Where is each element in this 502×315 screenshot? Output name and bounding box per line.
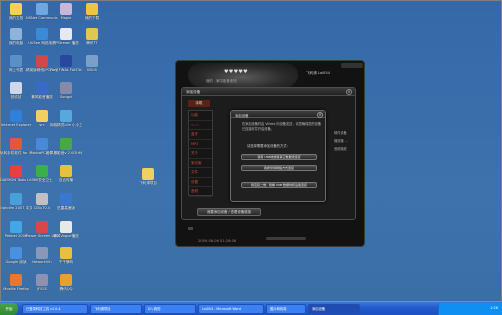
- player-window-buttons[interactable]: [341, 63, 363, 68]
- system-tray: 1:26: [438, 303, 502, 315]
- taskbar: 开始 已登录科技工具 v2.0.4 飞利浦项目 D:\ 我的 Loi054 - …: [0, 301, 502, 315]
- nav-item[interactable]: MP3: [189, 140, 212, 149]
- close-icon[interactable]: ×: [346, 89, 352, 95]
- close-icon[interactable]: ×: [317, 111, 323, 118]
- add-device-title: 添加设备: [186, 90, 201, 94]
- prompt-header: 添加设备 ×: [231, 111, 325, 118]
- nav-item[interactable]: 设置: [189, 178, 212, 187]
- nav-item[interactable]: 文件: [189, 168, 212, 178]
- player-progress-bar[interactable]: [266, 237, 306, 240]
- option-network-button[interactable]: 我希望用网络方式连接: [241, 165, 317, 171]
- player-title: 我的 - 家中影音未知: [206, 79, 237, 83]
- nav-item[interactable]: 关于: [189, 149, 212, 159]
- start-button[interactable]: 开始: [0, 303, 18, 315]
- tab-phone[interactable]: 手机: [188, 100, 210, 107]
- desktop-icon-thunder[interactable]: 迅雷高速版: [50, 193, 82, 210]
- add-device-link-button[interactable]: 我要添加设备 / 查看设备链接: [197, 208, 261, 216]
- player-small-control[interactable]: [188, 227, 193, 230]
- prompt-title: 添加设备: [235, 113, 249, 118]
- nav-item[interactable]: 家访客: [189, 159, 212, 168]
- side-list-item[interactable]: 音频播放: [334, 146, 354, 154]
- clock: 1:26: [490, 306, 498, 310]
- option-usb-button[interactable]: 我有 USB线或者其它数据线连接: [241, 154, 317, 160]
- desktop-icon-kbos[interactable]: KBOS: [76, 55, 108, 72]
- nav-item[interactable]: 功能: [189, 111, 212, 121]
- desktop-icon-qq[interactable]: 腾讯QQ: [50, 274, 82, 291]
- add-device-header: 添加设备 ×: [182, 88, 355, 96]
- add-method-prompt: 添加设备 × 在添加设备时由 Vifeed 向设备发送，请您确保您的设备已连接好…: [230, 110, 326, 202]
- taskbar-item[interactable]: 图片和传真: [266, 304, 306, 314]
- taskbar-item[interactable]: 飞利浦项目: [90, 304, 142, 314]
- player-timestamp: 2009-06-06 01:26:06: [198, 239, 237, 243]
- taskbar-item[interactable]: D:\ 我的: [144, 304, 196, 314]
- prompt-message: 在添加设备时由 Vifeed 向设备发送，请您确保您的设备已连接好并开启设备。: [242, 122, 322, 131]
- desktop-icon-ttplayer[interactable]: 千千静听: [50, 247, 82, 264]
- taskbar-item-active[interactable]: 添加设备: [308, 304, 360, 314]
- desktop-icon-storm-2[interactable]: 风暴影音v 2.0GHH版: [50, 138, 82, 155]
- nav-item[interactable]: 蓝牙: [189, 130, 212, 140]
- desktop-icon-tencent-tt[interactable]: 腾讯TT: [76, 28, 108, 45]
- nav-item[interactable]: 音频: [189, 187, 212, 197]
- desktop-icon-netspirit[interactable]: 网络精灵Life 小小工具: [50, 110, 82, 127]
- side-list-item[interactable]: 邮件设备: [334, 130, 354, 138]
- prompt-question: 请选择需要添加设备的方式：: [247, 144, 290, 148]
- device-nav-list: 功能 Vpm 蓝牙 MP3 关于 家访客 文件 设置 音频: [188, 110, 213, 197]
- desktop-icon-my-downloads[interactable]: 我的下载: [76, 3, 108, 20]
- option-direct-button[interactable]: 我直接二维，我看 USB 数据线和设备连接: [241, 182, 317, 188]
- taskbar-item[interactable]: 已登录科技工具 v2.0.4: [22, 304, 88, 314]
- device-side-list: 邮件设备 播放器 ... 音频播放: [334, 130, 354, 154]
- desktop-icon-baihe[interactable]: 百合传输: [50, 165, 82, 182]
- player-header-glow: [188, 63, 298, 87]
- desktop-icon-songzi[interactable]: Songzi: [50, 82, 82, 99]
- player-user: 飞利浦 Loi054: [306, 71, 330, 75]
- nav-item[interactable]: Vpm: [189, 121, 212, 130]
- desktop-icon-storm-vogue[interactable]: 暴风Vogue播放: [50, 221, 82, 238]
- desktop-icon-philips-folder[interactable]: 飞利浦项目: [132, 168, 164, 185]
- taskbar-item[interactable]: Loi054 - Microsoft Word: [198, 304, 264, 314]
- side-list-item[interactable]: 播放器 ...: [334, 138, 354, 146]
- rating-stars: ♥♥♥♥♥: [224, 69, 248, 75]
